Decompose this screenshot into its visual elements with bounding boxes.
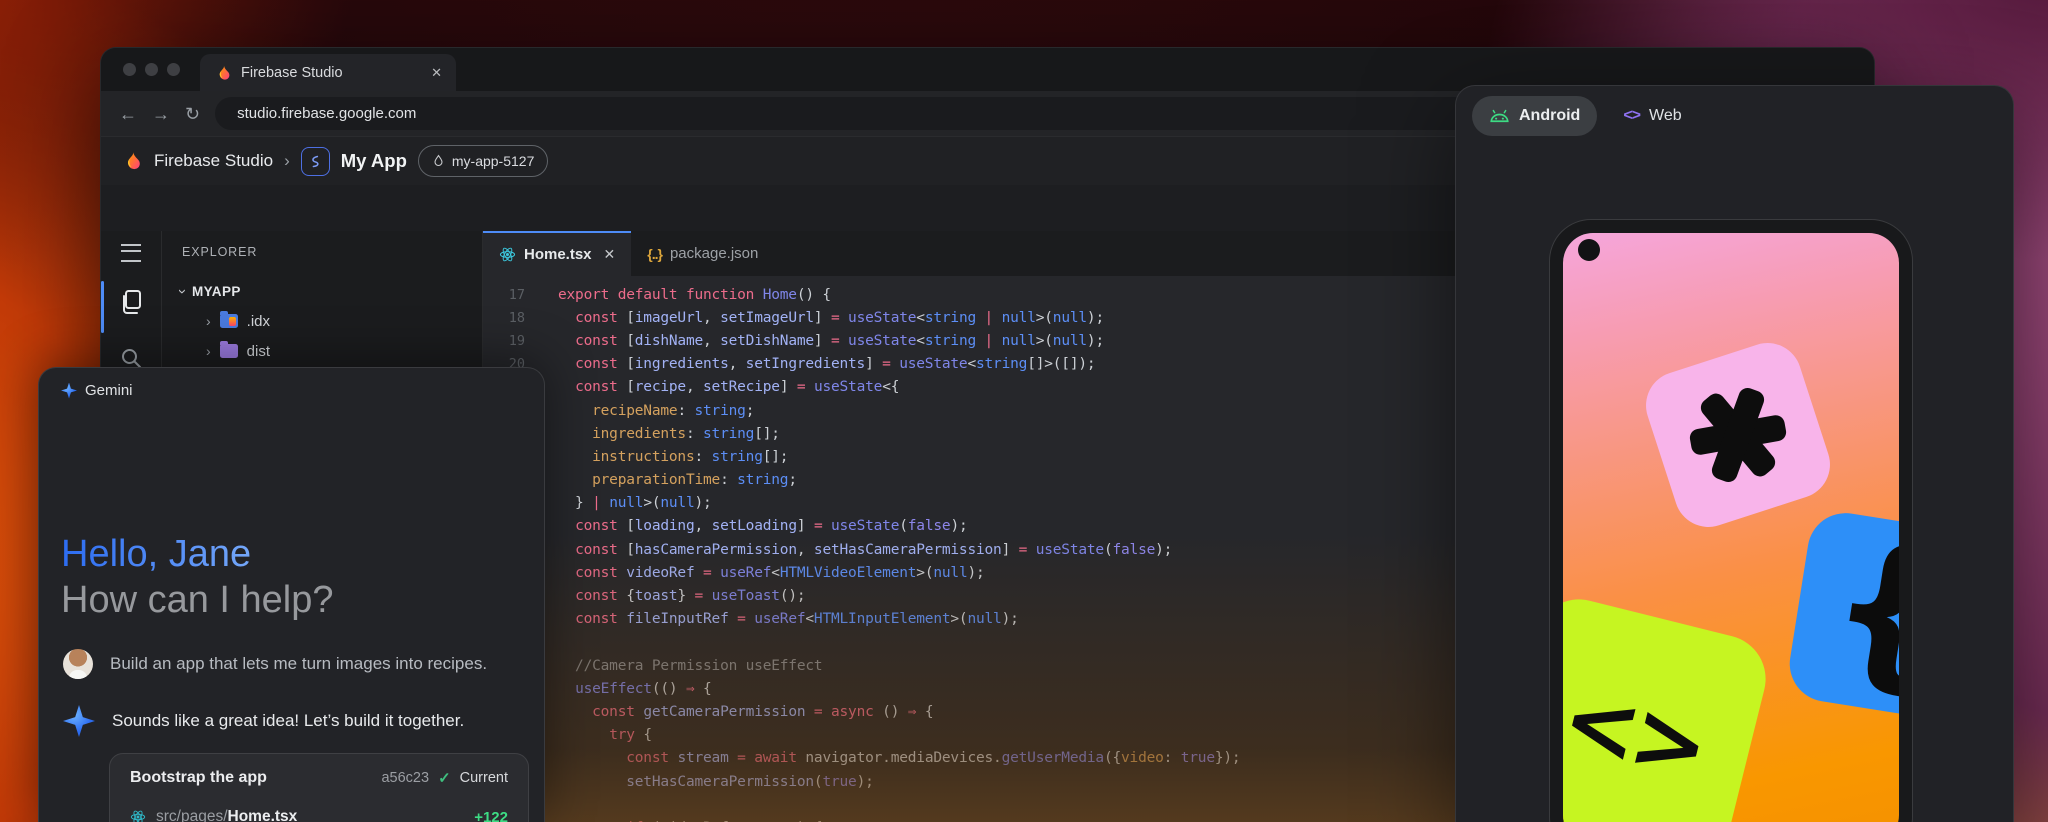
- code-text: const [recipe, setRecipe] = useState<{: [558, 379, 899, 395]
- code-text: const [dishName, setDishName] = useState…: [558, 333, 1104, 349]
- droplet-icon: [432, 154, 445, 169]
- line-number: 18: [483, 310, 525, 326]
- tab-close-icon[interactable]: ✕: [431, 65, 442, 81]
- folder-icon: [220, 344, 238, 358]
- folder-icon: [220, 314, 238, 328]
- gemini-panel: Gemini Hello, Jane How can I help? Build…: [38, 367, 545, 822]
- explorer-root[interactable]: › MYAPP: [162, 283, 482, 300]
- code-text: } | null>(null);: [558, 495, 712, 511]
- status-badge: Current: [460, 770, 508, 786]
- window-controls[interactable]: [101, 48, 200, 91]
- user-message-row: Build an app that lets me turn images in…: [63, 649, 487, 679]
- react-icon: [499, 246, 516, 263]
- code-text: //Camera Permission useEffect: [558, 658, 822, 674]
- code-text: const [loading, setLoading] = useState(f…: [558, 518, 968, 534]
- assistant-message: Sounds like a great idea! Let’s build it…: [112, 711, 464, 731]
- chevron-right-icon: ›: [206, 343, 211, 359]
- firebase-flame-icon: [121, 150, 143, 172]
- code-text: const videoRef = useRef<HTMLVideoElement…: [558, 565, 985, 581]
- code-text: useEffect(() ⇒ {: [558, 681, 712, 697]
- code-text: recipeName: string;: [558, 403, 754, 419]
- chevron-down-icon: ›: [174, 289, 191, 294]
- explorer-title: EXPLORER: [162, 245, 482, 259]
- menu-icon[interactable]: [121, 244, 141, 262]
- code-text: const getCameraPermission = async () ⇒ {: [558, 704, 933, 720]
- greeting-line2: How can I help?: [61, 579, 334, 621]
- code-text: ingredients: string[];: [558, 426, 780, 442]
- card-title: Bootstrap the app: [130, 769, 267, 787]
- preview-panel: Android <> Web { <>: [1455, 85, 2014, 822]
- web-toggle[interactable]: <> Web: [1623, 107, 1681, 125]
- explorer-files-icon[interactable]: [118, 288, 144, 316]
- reload-icon[interactable]: ↻: [185, 105, 200, 123]
- breadcrumb-chevron: ›: [284, 151, 290, 171]
- app-icon: [301, 147, 330, 176]
- browser-tab[interactable]: Firebase Studio ✕: [200, 54, 456, 91]
- gemini-title: Gemini: [85, 382, 133, 399]
- chevron-right-icon: ›: [206, 313, 211, 329]
- angle-brackets-glyph: <>: [1563, 664, 1713, 802]
- camera-punch-hole: [1578, 239, 1600, 261]
- close-icon[interactable]: ✕: [604, 246, 616, 263]
- code-text: preparationTime: string;: [558, 472, 797, 488]
- project-id: my-app-5127: [452, 153, 535, 169]
- tree-item-dist[interactable]: › dist: [162, 336, 482, 366]
- phone-mockup: { <>: [1549, 219, 1913, 822]
- browser-tab-title: Firebase Studio: [241, 65, 343, 81]
- code-text: const fileInputRef = useRef<HTMLInputEle…: [558, 611, 1019, 627]
- code-text: try {: [558, 727, 652, 743]
- project-id-pill[interactable]: my-app-5127: [418, 145, 549, 177]
- brace-tile: {: [1784, 508, 1899, 725]
- line-number: 17: [483, 287, 525, 303]
- check-icon: ✓: [438, 769, 451, 787]
- gemini-star-icon: [61, 383, 77, 399]
- app-name[interactable]: My App: [341, 150, 407, 172]
- diff-count: +122: [474, 809, 508, 822]
- active-view-indicator: [101, 281, 104, 333]
- web-label: Web: [1649, 107, 1682, 125]
- json-icon: {..}: [647, 246, 662, 262]
- code-text: const [ingredients, setIngredients] = us…: [558, 356, 1095, 372]
- greeting-line1: Hello, Jane: [61, 532, 251, 578]
- code-text: instructions: string[];: [558, 449, 788, 465]
- android-toggle[interactable]: Android: [1472, 96, 1597, 136]
- code-text: const [imageUrl, setImageUrl] = useState…: [558, 310, 1104, 326]
- code-text: setHasCameraPermission(true);: [558, 774, 874, 790]
- stage: Firebase Studio ✕ ← → ↻ studio.firebase.…: [0, 0, 2048, 822]
- curly-brace-glyph: {: [1817, 506, 1899, 714]
- asterisk-icon: [1680, 377, 1796, 493]
- code-tile: <>: [1563, 590, 1775, 822]
- line-number: 19: [483, 333, 525, 349]
- asterisk-tile: [1637, 334, 1839, 536]
- product-name[interactable]: Firebase Studio: [154, 151, 273, 171]
- user-avatar: [63, 649, 93, 679]
- code-text: const stream = await navigator.mediaDevi…: [558, 750, 1240, 766]
- code-text: export default function Home() {: [558, 287, 831, 303]
- url-text: studio.firebase.google.com: [237, 105, 416, 122]
- tab-package-json[interactable]: {..} package.json: [631, 231, 774, 276]
- back-icon[interactable]: ←: [119, 105, 137, 123]
- gemini-header: Gemini: [61, 382, 133, 399]
- tree-item-idx[interactable]: › .idx: [162, 306, 482, 336]
- react-icon: [130, 809, 146, 822]
- commit-hash: a56c23: [381, 770, 429, 786]
- file-path[interactable]: src/pages/Home.tsx: [156, 808, 297, 822]
- assistant-message-row: Sounds like a great idea! Let’s build it…: [63, 705, 464, 737]
- code-text: const [hasCameraPermission, setHasCamera…: [558, 542, 1172, 558]
- code-text: const {toast} = useToast();: [558, 588, 805, 604]
- phone-screen: { <>: [1563, 233, 1899, 822]
- preview-header: Android <> Web: [1472, 96, 1682, 136]
- forward-icon[interactable]: →: [152, 105, 170, 123]
- android-label: Android: [1519, 107, 1580, 125]
- tab-home-tsx[interactable]: Home.tsx ✕: [483, 231, 631, 276]
- android-icon: [1489, 109, 1510, 123]
- gemini-star-icon: [63, 705, 95, 737]
- user-message: Build an app that lets me turn images in…: [110, 654, 487, 674]
- gemini-greeting: Hello, Jane How can I help?: [61, 532, 334, 623]
- bootstrap-card[interactable]: Bootstrap the app a56c23 ✓ Current src/p…: [109, 753, 529, 822]
- code-brackets-icon: <>: [1623, 107, 1640, 125]
- firebase-flame-icon: [214, 64, 232, 82]
